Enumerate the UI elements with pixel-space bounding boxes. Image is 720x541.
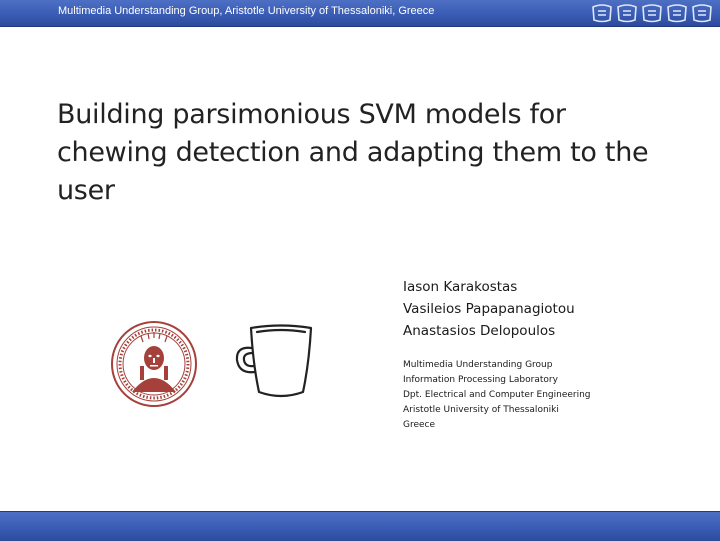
header-text: Multimedia Understanding Group, Aristotl…: [58, 5, 435, 17]
author-name: Anastasios Delopoulos: [403, 323, 556, 339]
affiliation-line: Aristotle University of Thessaloniki: [403, 405, 559, 415]
header-bar: Multimedia Understanding Group, Aristotl…: [0, 0, 720, 27]
cup-icon: [235, 324, 313, 398]
slide-title: Building parsimonious SVM models for che…: [57, 99, 649, 206]
mug-group-logos-icon: [592, 4, 712, 23]
author-name: Vasileios Papapanagiotou: [403, 301, 575, 317]
affiliation-line: Information Processing Laboratory: [403, 375, 558, 385]
affiliation-line: Dpt. Electrical and Computer Engineering: [403, 390, 591, 400]
university-seal-icon: [111, 321, 197, 407]
author-list: Iason Karakostas Vasileios Papapanagioto…: [403, 276, 575, 342]
affiliation-line: Multimedia Understanding Group: [403, 360, 553, 370]
author-name: Iason Karakostas: [403, 279, 518, 295]
affiliation-line: Greece: [403, 420, 436, 430]
footer-bar: [0, 511, 720, 541]
affiliation-block: Multimedia Understanding Group Informati…: [403, 358, 591, 433]
